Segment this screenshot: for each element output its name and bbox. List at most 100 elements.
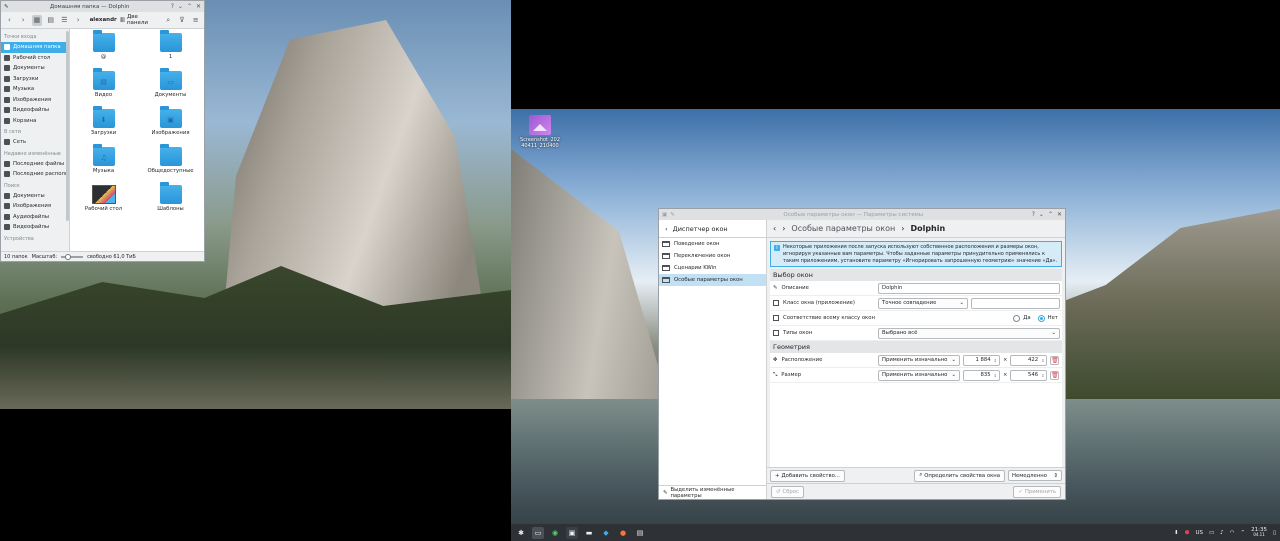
places-item[interactable]: Аудиофайлы xyxy=(1,212,69,223)
zoom-slider-knob[interactable] xyxy=(65,253,72,260)
file-item[interactable]: 1 xyxy=(137,30,204,71)
places-item[interactable]: Последние располо xyxy=(1,169,69,180)
places-item[interactable]: Видеофайлы xyxy=(1,105,69,116)
file-item[interactable]: ⬇ Загрузки xyxy=(70,106,137,147)
task-dolphin-icon[interactable]: ▣ xyxy=(566,526,578,539)
file-item[interactable]: ▤ Видео xyxy=(70,68,137,109)
sidebar-item[interactable]: Поведение окон xyxy=(659,238,766,250)
places-item[interactable]: Музыка xyxy=(1,84,69,95)
compact-view-icon[interactable]: ▤ xyxy=(45,15,56,26)
show-desktop-icon[interactable]: ▯ xyxy=(1273,530,1276,536)
file-item[interactable]: ♫ Музыка xyxy=(70,144,137,185)
places-item[interactable]: Корзина xyxy=(1,116,69,127)
breadcrumb[interactable]: alexandr xyxy=(90,17,117,23)
sidebar-item[interactable]: Переключение окон xyxy=(659,250,766,262)
desktop-screenshot-file[interactable]: Screenshot_202 40411_210400 xyxy=(517,115,563,149)
file-item[interactable]: Рабочий стол xyxy=(70,185,137,223)
settings-titlebar[interactable]: ▣ ✎ Особые параметры окон — Параметры си… xyxy=(659,209,1065,220)
delete-position-button[interactable]: 🗑 xyxy=(1050,355,1060,365)
places-item[interactable]: Видеофайлы xyxy=(1,222,69,233)
back-icon[interactable]: ‹ xyxy=(665,225,668,233)
places-item[interactable]: Загрузки xyxy=(1,74,69,85)
class-match-select[interactable]: Точное совпадение ⌄ xyxy=(878,297,968,309)
back-icon[interactable]: ‹ xyxy=(4,15,15,26)
sidebar-item[interactable]: Особые параметры окон xyxy=(659,274,766,286)
help-icon[interactable]: ? xyxy=(171,3,174,10)
tray-expand-icon[interactable]: ⌃ xyxy=(1241,530,1246,536)
network-manager-icon[interactable]: ⬇ xyxy=(1174,530,1179,536)
file-name: Документы xyxy=(154,92,187,98)
wifi-icon[interactable]: ◠ xyxy=(1230,530,1235,536)
position-rule-select[interactable]: Применить изначально ⌄ xyxy=(878,354,960,366)
spin-arrows-icon[interactable]: ⇕ xyxy=(994,373,997,378)
icons-view-icon[interactable]: ▦ xyxy=(31,14,43,26)
back-icon[interactable]: ‹ xyxy=(773,224,776,233)
places-item[interactable]: Сеть xyxy=(1,137,69,148)
position-y-spinbox[interactable]: 422 ⇕ xyxy=(1010,354,1048,366)
places-item[interactable]: Документы xyxy=(1,191,69,202)
detect-properties-button[interactable]: ⌕ Определить свойства окна xyxy=(914,469,1005,482)
radio-no[interactable] xyxy=(1037,314,1045,322)
maximize-icon[interactable]: ⌃ xyxy=(1048,211,1053,218)
help-icon[interactable]: ? xyxy=(1032,211,1035,218)
clipboard-icon[interactable]: ▭ xyxy=(1209,530,1214,536)
places-item[interactable]: Изображения xyxy=(1,201,69,212)
split-view-button[interactable]: ▥ Две панели xyxy=(120,14,160,26)
places-item[interactable]: Документы xyxy=(1,63,69,74)
app-launcher-icon[interactable]: ✱ xyxy=(515,527,527,539)
size-h-spinbox[interactable]: 546 ⇕ xyxy=(1010,369,1048,381)
minimize-icon[interactable]: ⌄ xyxy=(1039,211,1044,218)
breadcrumb-parent[interactable]: Особые параметры окон xyxy=(791,224,895,233)
minimize-icon[interactable]: ⌄ xyxy=(178,3,183,10)
file-item[interactable]: @ xyxy=(70,30,137,71)
forward-icon[interactable]: › xyxy=(782,224,785,233)
size-rule-select[interactable]: Применить изначально ⌄ xyxy=(878,369,960,381)
file-item[interactable]: ▭ Документы xyxy=(137,68,204,109)
filter-icon[interactable]: ⊽ xyxy=(177,15,188,26)
pager-icon[interactable]: ▭ xyxy=(532,526,544,539)
details-view-icon[interactable]: ☰ xyxy=(59,15,70,26)
shield-icon[interactable]: ⬢ xyxy=(1185,530,1190,536)
task-firefox-icon[interactable]: ● xyxy=(617,527,629,539)
dolphin-titlebar[interactable]: ✎ Домашняя папка — Dolphin ? ⌄ ⌃ ✕ xyxy=(1,1,204,12)
clock[interactable]: 21:35 04.11 xyxy=(1251,527,1267,538)
system-monitor-icon[interactable]: ◉ xyxy=(549,527,561,539)
menu-icon[interactable]: ≡ xyxy=(190,15,201,26)
search-icon[interactable]: ⌕ xyxy=(163,15,174,26)
places-item[interactable]: Изображения xyxy=(1,95,69,106)
class-field[interactable] xyxy=(971,297,1060,309)
places-item[interactable]: Последние файлы xyxy=(1,159,69,170)
window-types-select[interactable]: Выбрано всё ⌄ xyxy=(878,327,1060,339)
spin-arrows-icon[interactable]: ⇕ xyxy=(1041,358,1044,363)
file-item[interactable]: Общедоступные xyxy=(137,144,204,185)
maximize-icon[interactable]: ⌃ xyxy=(187,3,192,10)
add-property-button[interactable]: + Добавить свойство... xyxy=(770,469,845,482)
task-store-icon[interactable]: ◆ xyxy=(600,527,612,539)
spin-arrows-icon[interactable]: ⇕ xyxy=(994,358,997,363)
close-icon[interactable]: ✕ xyxy=(1057,211,1062,218)
size-w-spinbox[interactable]: 835 ⇕ xyxy=(963,369,1000,381)
reset-button[interactable]: ↺ Сброс xyxy=(771,485,804,498)
detect-delay-select[interactable]: Немедленно ⇕ xyxy=(1008,470,1062,481)
close-icon[interactable]: ✕ xyxy=(196,3,201,10)
sidebar-item[interactable]: Сценарии KWin xyxy=(659,262,766,274)
radio-yes[interactable] xyxy=(1013,314,1021,322)
volume-icon[interactable]: ♪ xyxy=(1220,530,1224,536)
apply-button[interactable]: ✓ Применить xyxy=(1013,485,1061,498)
description-field[interactable]: Dolphin xyxy=(878,282,1060,294)
forward-icon[interactable]: › xyxy=(18,15,29,26)
file-item[interactable]: Шаблоны xyxy=(137,182,204,223)
settings-header: ‹ › Особые параметры окон › Dolphin xyxy=(767,220,1065,238)
places-item[interactable]: Рабочий стол xyxy=(1,53,69,64)
spin-arrows-icon[interactable]: ⇕ xyxy=(1041,373,1044,378)
delete-size-button[interactable]: 🗑 xyxy=(1050,370,1060,380)
position-x-spinbox[interactable]: 1 884 ⇕ xyxy=(963,354,1000,366)
task-terminal-icon[interactable]: ▬ xyxy=(583,527,595,539)
places-scrollbar[interactable] xyxy=(66,31,69,221)
file-item[interactable]: ▣ Изображения xyxy=(137,106,204,147)
highlight-changed-button[interactable]: ✎ Выделить изменённые параметры xyxy=(659,485,766,499)
zoom-slider[interactable] xyxy=(61,253,84,260)
places-item[interactable]: Домашняя папка xyxy=(1,42,69,53)
task-settings-icon[interactable]: ▤ xyxy=(634,527,646,539)
keyboard-layout[interactable]: US xyxy=(1195,530,1203,536)
